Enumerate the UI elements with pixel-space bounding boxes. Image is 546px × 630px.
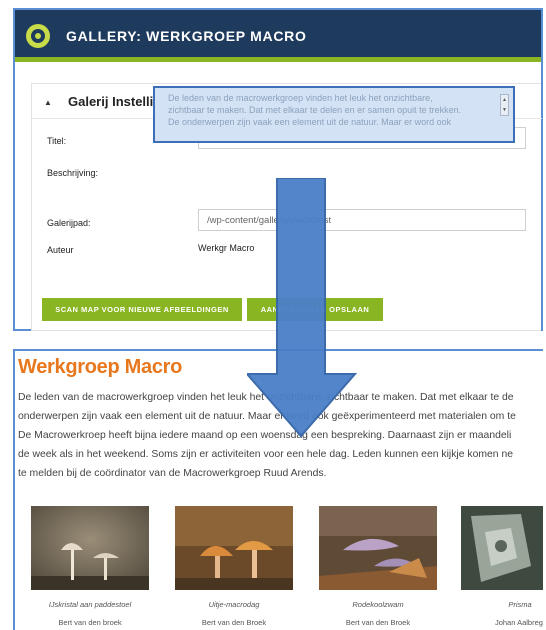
description-label: Beschrijving: bbox=[47, 168, 99, 178]
description-line: zichtbaar te maken. Dat met elkaar te de… bbox=[168, 105, 462, 115]
scan-folder-button[interactable]: SCAN MAP VOOR NIEUWE AFBEELDINGEN bbox=[42, 298, 242, 321]
author-value: Werkgr Macro bbox=[198, 243, 255, 253]
gallery-thumbnail[interactable] bbox=[461, 506, 543, 590]
author-label: Auteur bbox=[47, 245, 74, 255]
page-title: GALLERY: WERKGROEP MACRO bbox=[66, 28, 307, 44]
thumbnail-caption: Rodekoolzwam bbox=[352, 600, 404, 609]
description-textarea[interactable]: De leden van de macrowerkgroep vinden he… bbox=[153, 86, 515, 143]
arrow-down-icon bbox=[247, 178, 357, 438]
gallery-thumbnail[interactable] bbox=[175, 506, 293, 590]
gallery-page-title: Werkgroep Macro bbox=[18, 356, 183, 378]
description-line: de week als in het weekend. Soms zijn er… bbox=[18, 449, 514, 460]
triangle-up-icon[interactable]: ▲ bbox=[44, 98, 52, 107]
scrollbar[interactable]: ▲ ▼ bbox=[500, 94, 509, 116]
thumbnail-author: Johan Aalbregt bbox=[494, 618, 543, 627]
path-label: Galerijpad: bbox=[47, 218, 91, 228]
description-line: te melden bij de coördinator van de Macr… bbox=[18, 468, 327, 479]
thumbnail-author: Bert van den broek bbox=[58, 618, 122, 627]
thumbnail-author: Bert van den Broek bbox=[345, 618, 411, 627]
thumbnail-caption: Prisma bbox=[508, 600, 532, 609]
thumbnail-author: Bert van den Broek bbox=[201, 618, 267, 627]
admin-header: GALLERY: WERKGROEP MACRO bbox=[15, 10, 541, 62]
title-label: Titel: bbox=[47, 136, 67, 146]
gallery-logo-icon bbox=[26, 24, 50, 48]
gallery-thumbnail[interactable] bbox=[31, 506, 149, 590]
description-line: De leden van de macrowerkgroep vinden he… bbox=[168, 93, 433, 103]
thumbnail-caption: Uitje-macrodag bbox=[208, 600, 260, 609]
gallery-thumbnail[interactable] bbox=[319, 506, 437, 590]
description-line: De onderwerpen zijn vaak een element uit… bbox=[168, 117, 452, 127]
thumbnail-caption: IJskristal aan paddestoel bbox=[48, 600, 132, 609]
